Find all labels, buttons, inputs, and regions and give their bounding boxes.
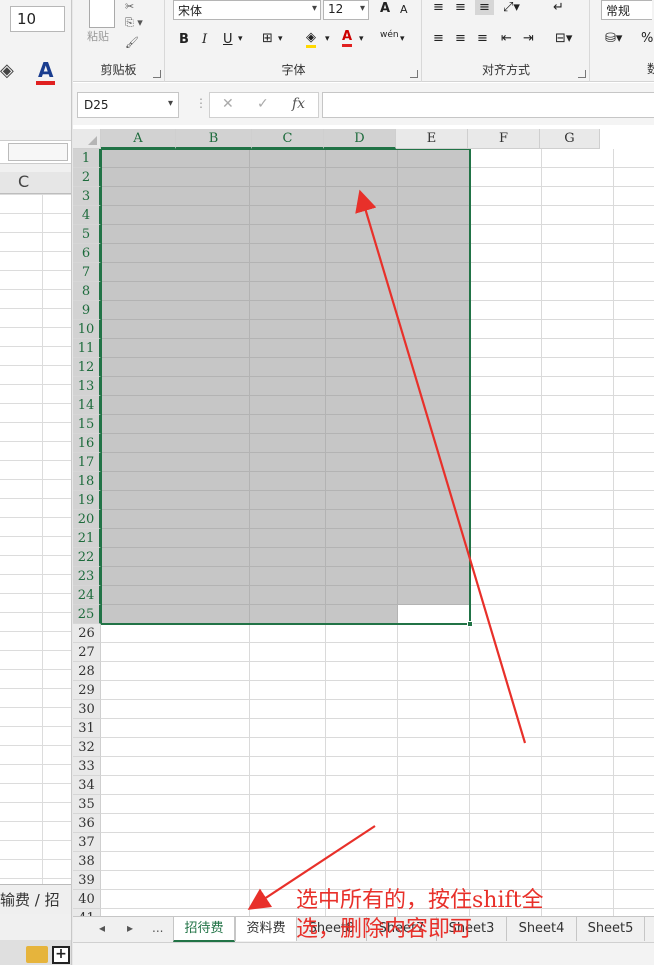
arrow-to-selection (355, 189, 527, 744)
annotation-line-2: 选，删除内容即可 (296, 917, 473, 942)
annotation-arrows (247, 189, 527, 910)
annotation-line-1: 选中所有的，按住shift全 (296, 888, 544, 913)
annotation-text: 选中所有的，按住shift全 选，删除内容即可 (296, 886, 616, 944)
